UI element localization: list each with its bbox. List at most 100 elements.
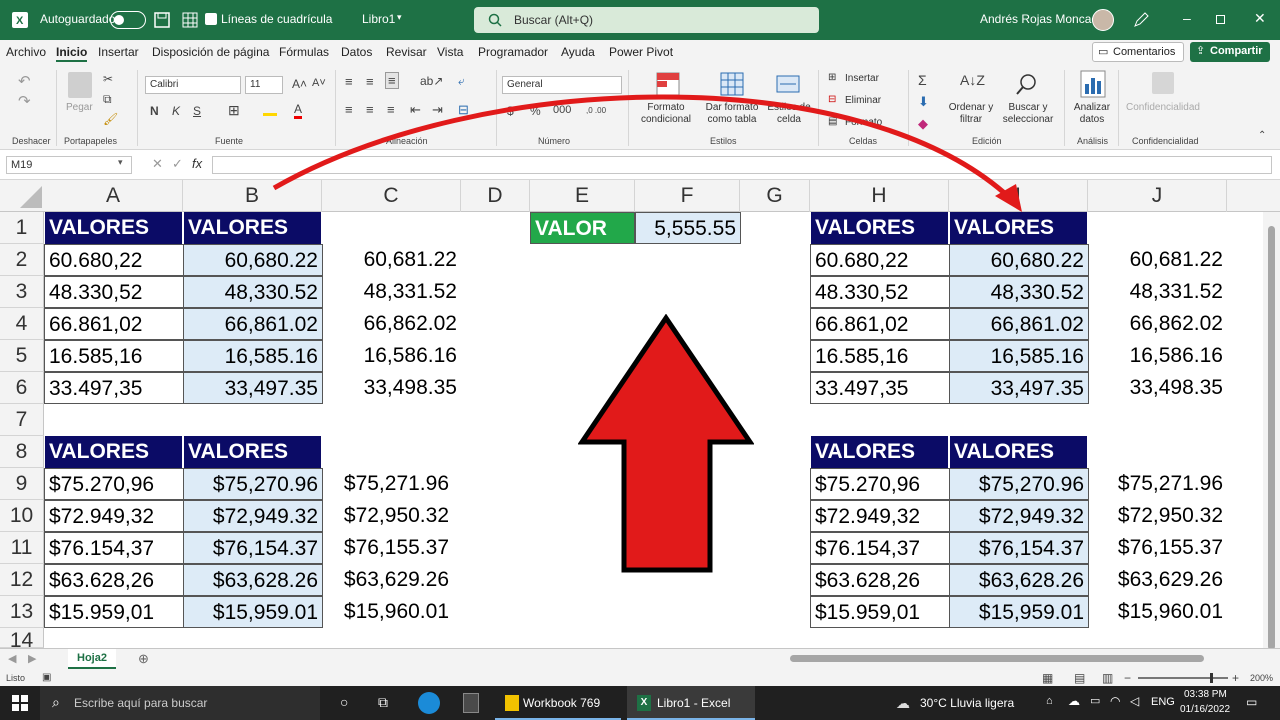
cell-h10[interactable]: $72.949,32	[810, 500, 950, 532]
avatar[interactable]	[1092, 9, 1114, 31]
cell-h2[interactable]: 60.680,22	[810, 244, 950, 276]
cell-a12[interactable]: $63.628,26	[44, 564, 184, 596]
minimize-icon[interactable]: –	[1183, 10, 1191, 26]
vertical-scroll-thumb[interactable]	[1268, 226, 1275, 650]
align-middle-icon[interactable]: ≡	[366, 74, 374, 89]
cell-i3[interactable]: 48,330.52	[949, 276, 1089, 308]
cell-a3[interactable]: 48.330,52	[44, 276, 184, 308]
cell-c9[interactable]: $75,271.96	[322, 468, 453, 500]
cell-c4[interactable]: 66,862.02	[322, 308, 461, 340]
row-header-13[interactable]: 13	[0, 596, 44, 628]
cell-j10[interactable]: $72,950.32	[1088, 500, 1227, 532]
grow-font-icon[interactable]: A˄	[292, 77, 307, 91]
cell-j9[interactable]: $75,271.96	[1088, 468, 1227, 500]
autosave-toggle[interactable]	[110, 11, 146, 29]
delete-label[interactable]: Eliminar	[845, 95, 881, 107]
comma-icon[interactable]: 000	[553, 104, 571, 116]
taskbar-app-workbook[interactable]: Workbook 769	[495, 686, 621, 720]
next-sheet-icon[interactable]: ▶	[28, 652, 36, 665]
calculator-icon[interactable]	[463, 693, 479, 713]
cell-j2[interactable]: 60,681.22	[1088, 244, 1227, 276]
tab-revisar[interactable]: Revisar	[386, 45, 427, 59]
undo-icon[interactable]: ↶	[18, 72, 31, 90]
cell-i9[interactable]: $75,270.96	[949, 468, 1089, 500]
row-header-14[interactable]: 14	[0, 628, 44, 648]
col-header-a[interactable]: A	[44, 180, 183, 212]
add-sheet-icon[interactable]: ⊕	[138, 651, 149, 667]
page-break-icon[interactable]: ▥	[1102, 671, 1113, 685]
horizontal-scroll-thumb[interactable]	[790, 655, 1204, 662]
cell-c11[interactable]: $76,155.37	[322, 532, 453, 564]
close-icon[interactable]: ✕	[1254, 10, 1266, 27]
vertical-scrollbar[interactable]	[1263, 212, 1280, 650]
wifi-icon[interactable]: ◠	[1110, 694, 1120, 708]
cell-j11[interactable]: $76,155.37	[1088, 532, 1227, 564]
collapse-ribbon-icon[interactable]: ⌃	[1258, 130, 1266, 141]
redo-icon[interactable]: ↷	[18, 92, 31, 110]
cell-j6[interactable]: 33,498.35	[1088, 372, 1227, 404]
restore-icon[interactable]	[1216, 15, 1225, 24]
currency-icon[interactable]: $	[507, 104, 514, 118]
italic-icon[interactable]: K	[172, 104, 180, 118]
zoom-slider-thumb[interactable]	[1210, 673, 1213, 683]
select-all-icon[interactable]	[20, 186, 42, 208]
cell-i5[interactable]: 16,585.16	[949, 340, 1089, 372]
font-size-combo[interactable]: 11	[245, 76, 283, 94]
volume-icon[interactable]: ◁	[1130, 694, 1139, 708]
page-layout-icon[interactable]: ▤	[1074, 671, 1085, 685]
cloud-icon[interactable]: ☁	[1068, 694, 1080, 708]
cancel-icon[interactable]: ✕	[152, 156, 163, 172]
cell-i10[interactable]: $72,949.32	[949, 500, 1089, 532]
borders-icon[interactable]: ⊞	[228, 102, 240, 119]
tab-power-pivot[interactable]: Power Pivot	[609, 45, 673, 59]
cell-i8[interactable]: VALORES	[950, 436, 1088, 468]
people-icon[interactable]: ⌂	[1046, 695, 1053, 707]
tab-inicio[interactable]: Inicio	[56, 45, 88, 62]
cell-b6[interactable]: 33,497.35	[183, 372, 323, 404]
cell-a1[interactable]: VALORES	[45, 212, 183, 244]
cell-c5[interactable]: 16,586.16	[322, 340, 461, 372]
language-indicator[interactable]: ENG	[1151, 696, 1175, 708]
col-header-c[interactable]: C	[322, 180, 461, 212]
tab-ayuda[interactable]: Ayuda	[561, 45, 595, 59]
comments-button[interactable]: Comentarios ▭	[1092, 42, 1184, 62]
cell-i6[interactable]: 33,497.35	[949, 372, 1089, 404]
search-box[interactable]: Buscar (Alt+Q)	[474, 7, 819, 33]
cell-i2[interactable]: 60,680.22	[949, 244, 1089, 276]
number-format-combo[interactable]: General	[502, 76, 622, 94]
tab-formulas[interactable]: Fórmulas	[279, 45, 329, 59]
clock-date[interactable]: 01/16/2022	[1180, 704, 1230, 715]
increase-indent-icon[interactable]: ⇥	[432, 102, 443, 118]
cell-c13[interactable]: $15,960.01	[322, 596, 453, 628]
cell-j13[interactable]: $15,960.01	[1088, 596, 1227, 628]
align-left-icon[interactable]: ≡	[345, 102, 353, 117]
cell-b12[interactable]: $63,628.26	[183, 564, 323, 596]
cut-icon[interactable]: ✂	[103, 72, 113, 86]
row-header-11[interactable]: 11	[0, 532, 44, 564]
col-header-g[interactable]: G	[740, 180, 810, 212]
taskbar-search[interactable]: ⌕ Escribe aquí para buscar	[40, 686, 320, 720]
clock-time[interactable]: 03:38 PM	[1184, 689, 1227, 700]
align-right-icon[interactable]: ≡	[387, 102, 395, 117]
cell-h3[interactable]: 48.330,52	[810, 276, 950, 308]
row-header-10[interactable]: 10	[0, 500, 44, 532]
align-bottom-icon[interactable]: ≡	[385, 72, 399, 89]
analyze-data-label[interactable]: Analizar datos	[1070, 102, 1114, 126]
workbook-name[interactable]: Libro1	[362, 12, 395, 26]
delete-icon[interactable]: ⊟	[828, 94, 836, 106]
col-header-b[interactable]: B	[183, 180, 322, 212]
zoom-level[interactable]: 200%	[1250, 673, 1273, 683]
notifications-icon[interactable]: ▭	[1246, 695, 1257, 709]
align-top-icon[interactable]: ≡	[345, 74, 353, 89]
col-header-d[interactable]: D	[461, 180, 530, 212]
cell-j5[interactable]: 16,586.16	[1088, 340, 1227, 372]
conditional-format-icon[interactable]	[656, 72, 680, 96]
fx-icon[interactable]: fx	[192, 156, 202, 171]
row-header-5[interactable]: 5	[0, 340, 44, 372]
cell-f1[interactable]: 5,555.55	[635, 212, 741, 244]
horizontal-scrollbar[interactable]	[780, 654, 1258, 664]
col-header-h[interactable]: H	[810, 180, 949, 212]
tab-archivo[interactable]: Archivo	[6, 45, 46, 59]
cell-a11[interactable]: $76.154,37	[44, 532, 184, 564]
cell-h12[interactable]: $63.628,26	[810, 564, 950, 596]
